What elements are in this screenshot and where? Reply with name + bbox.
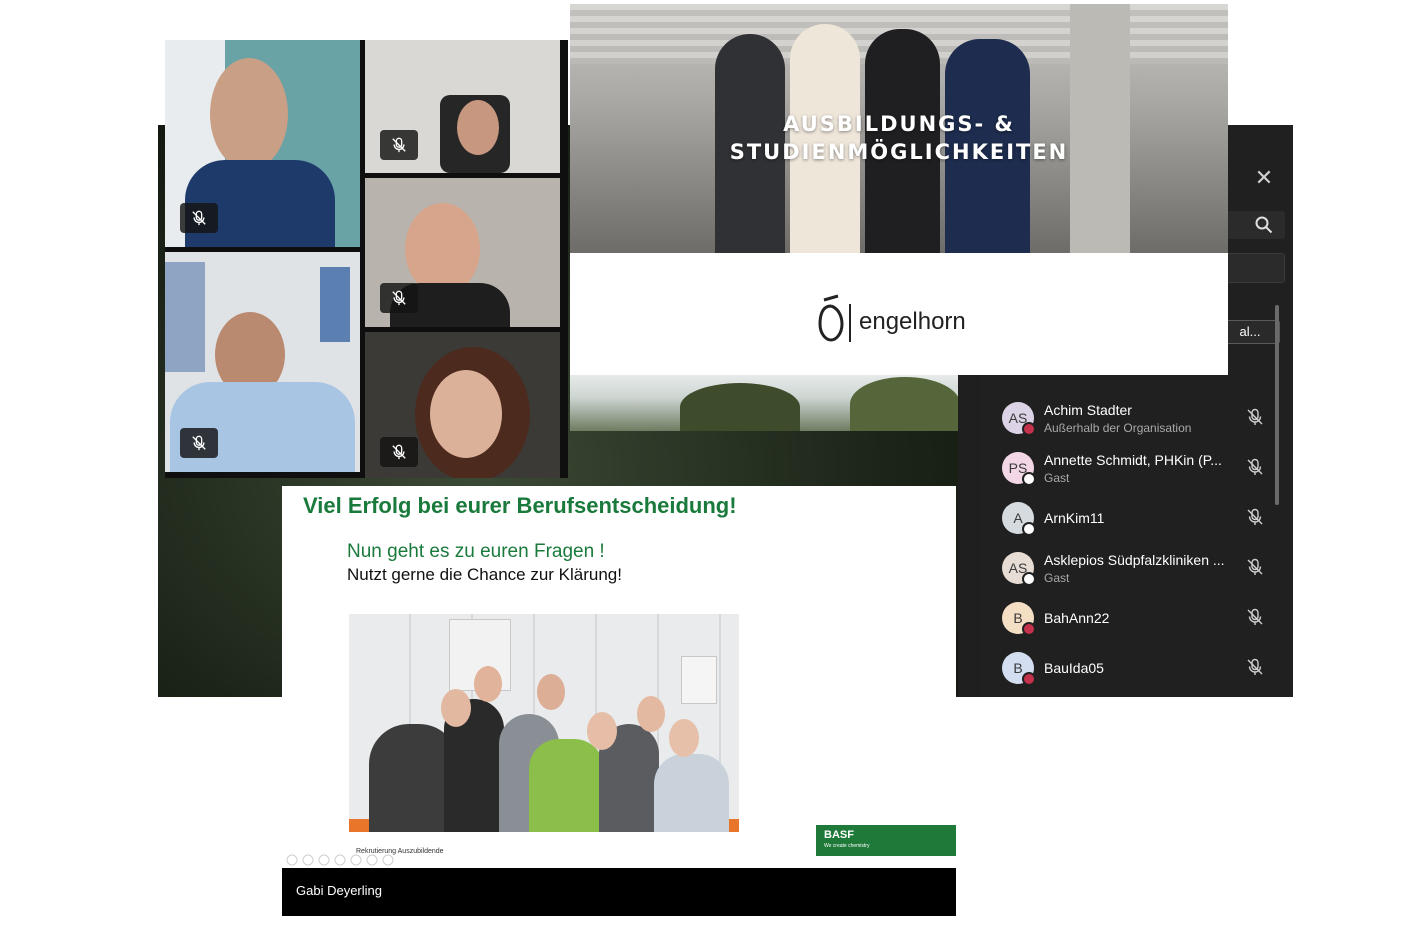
engelhorn-slide: AUSBILDUNGS- & STUDIENMÖGLICHKEITEN enge… bbox=[570, 4, 1228, 375]
mic-muted-icon bbox=[180, 428, 218, 458]
presence-badge bbox=[1022, 422, 1036, 436]
participant-name: Annette Schmidt, PHKin (P... bbox=[1044, 452, 1222, 468]
video-tile[interactable] bbox=[165, 40, 360, 247]
mic-muted-icon[interactable] bbox=[1246, 608, 1264, 626]
participant-name: ArnKim11 bbox=[1044, 510, 1105, 526]
participant-row[interactable]: B BahAnn22 bbox=[1002, 598, 1272, 642]
logo-wordmark: BASF bbox=[824, 829, 854, 841]
slide-subheading: Nun geht es zu euren Fragen ! bbox=[347, 541, 605, 562]
video-tile[interactable] bbox=[365, 332, 560, 478]
background-image-strip bbox=[570, 375, 958, 431]
engelhorn-logo bbox=[818, 294, 844, 342]
slide-title: AUSBILDUNGS- & STUDIENMÖGLICHKEITEN bbox=[570, 110, 1228, 166]
mic-muted-icon bbox=[380, 283, 418, 313]
participant-row[interactable]: PS Annette Schmidt, PHKin (P... Gast bbox=[1002, 448, 1272, 492]
logo-tagline: We create chemistry bbox=[824, 843, 870, 849]
avatar: B bbox=[1002, 652, 1036, 686]
presence-badge bbox=[1022, 672, 1036, 686]
participant-name: Achim Stadter bbox=[1044, 402, 1132, 418]
presenter-name: Gabi Deyerling bbox=[296, 883, 382, 898]
logo-divider bbox=[849, 304, 851, 342]
mic-muted-icon[interactable] bbox=[1246, 408, 1264, 426]
avatar: B bbox=[1002, 602, 1036, 636]
brand-name: engelhorn bbox=[859, 308, 966, 335]
presence-badge bbox=[1022, 572, 1036, 586]
participant-row[interactable]: B BauIda05 bbox=[1002, 648, 1272, 692]
avatar-initials: B bbox=[1013, 610, 1023, 626]
group-photo bbox=[349, 614, 739, 832]
participant-video bbox=[457, 100, 499, 155]
mic-muted-icon[interactable] bbox=[1246, 458, 1264, 476]
video-tile[interactable] bbox=[365, 40, 560, 173]
scrollbar[interactable] bbox=[1275, 305, 1279, 505]
close-icon[interactable]: ✕ bbox=[1253, 167, 1275, 189]
mic-muted-icon bbox=[180, 203, 218, 233]
participant-row[interactable]: AS Asklepios Südpfalzkliniken ... Gast bbox=[1002, 548, 1272, 592]
mic-muted-icon bbox=[380, 130, 418, 160]
participant-subtitle: Gast bbox=[1044, 571, 1070, 585]
avatar: PS bbox=[1002, 452, 1036, 486]
video-tile[interactable] bbox=[365, 178, 560, 327]
slide-heading: Viel Erfolg bei eurer Berufsentscheidung… bbox=[303, 493, 737, 518]
mute-all-button[interactable]: al... bbox=[1220, 320, 1280, 344]
basf-slide: Viel Erfolg bei eurer Berufsentscheidung… bbox=[282, 486, 956, 916]
participant-name: BauIda05 bbox=[1044, 660, 1104, 676]
presenter-bar: Gabi Deyerling bbox=[282, 868, 956, 916]
presence-badge bbox=[1022, 472, 1036, 486]
search-icon[interactable] bbox=[1255, 216, 1273, 234]
video-tile[interactable] bbox=[165, 252, 360, 472]
participant-subtitle: Außerhalb der Organisation bbox=[1044, 421, 1192, 435]
participant-video bbox=[210, 58, 288, 170]
participant-name: Asklepios Südpfalzkliniken ... bbox=[1044, 552, 1225, 568]
mic-muted-icon[interactable] bbox=[1246, 658, 1264, 676]
basf-logo: BASF We create chemistry bbox=[816, 825, 956, 856]
participant-subtitle: Gast bbox=[1044, 471, 1070, 485]
participant-row[interactable]: A ArnKim11 bbox=[1002, 498, 1272, 542]
avatar: AS bbox=[1002, 402, 1036, 436]
presence-badge bbox=[1022, 522, 1036, 536]
avatar: AS bbox=[1002, 552, 1036, 586]
avatar: A bbox=[1002, 502, 1036, 536]
avatar-initials: B bbox=[1013, 660, 1023, 676]
presence-badge bbox=[1022, 622, 1036, 636]
slide-navigation-controls[interactable] bbox=[286, 853, 404, 866]
participant-video bbox=[430, 370, 502, 458]
participant-video bbox=[405, 203, 480, 295]
slide-title-line: STUDIENMÖGLICHKEITEN bbox=[729, 140, 1069, 164]
mic-muted-icon[interactable] bbox=[1246, 558, 1264, 576]
participant-row[interactable]: AS Achim Stadter Außerhalb der Organisat… bbox=[1002, 398, 1272, 442]
slide-text: Nutzt gerne die Chance zur Klärung! bbox=[347, 565, 622, 584]
slide-title-line: AUSBILDUNGS- & bbox=[783, 112, 1015, 136]
video-grid bbox=[165, 40, 568, 478]
participant-name: BahAnn22 bbox=[1044, 610, 1110, 626]
avatar-initials: A bbox=[1013, 510, 1023, 526]
mic-muted-icon[interactable] bbox=[1246, 508, 1264, 526]
mic-muted-icon bbox=[380, 437, 418, 467]
